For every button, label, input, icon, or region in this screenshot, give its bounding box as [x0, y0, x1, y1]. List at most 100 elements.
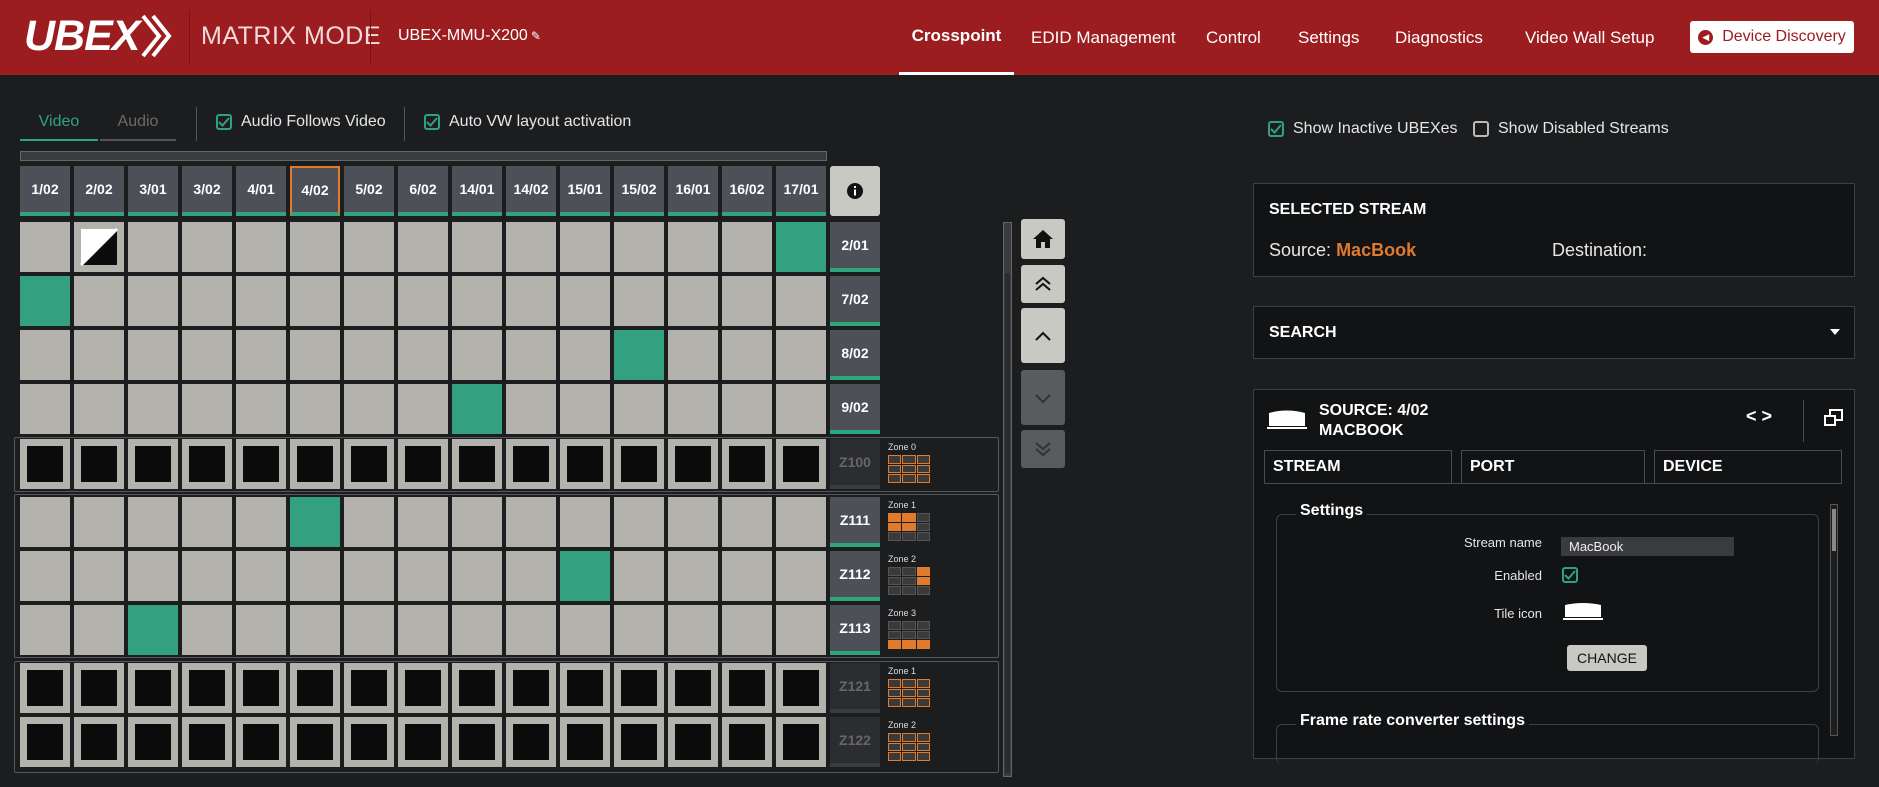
crosspoint-cell[interactable] — [452, 663, 502, 713]
column-header[interactable]: 15/01 — [560, 166, 610, 216]
column-header[interactable]: 3/01 — [128, 166, 178, 216]
crosspoint-cell[interactable] — [506, 551, 556, 601]
crosspoint-cell[interactable] — [236, 605, 286, 655]
scroll-up-button[interactable] — [1021, 308, 1065, 363]
row-header[interactable]: Z121 — [830, 663, 880, 713]
crosspoint-cell-disabled[interactable] — [74, 222, 124, 272]
crosspoint-cell[interactable] — [20, 605, 70, 655]
crosspoint-cell[interactable] — [290, 605, 340, 655]
scrollbar-thumb[interactable] — [1005, 273, 1010, 773]
enabled-checkbox[interactable] — [1562, 567, 1578, 583]
crosspoint-cell[interactable] — [74, 330, 124, 380]
crosspoint-cell[interactable] — [20, 551, 70, 601]
crosspoint-cell[interactable] — [668, 222, 718, 272]
crosspoint-cell[interactable] — [722, 222, 772, 272]
crosspoint-cell[interactable] — [668, 497, 718, 547]
crosspoint-cell[interactable] — [614, 330, 664, 380]
info-button[interactable] — [830, 166, 880, 216]
tab-device[interactable]: DEVICE — [1654, 450, 1842, 483]
crosspoint-cell[interactable] — [560, 276, 610, 326]
crosspoint-cell[interactable] — [776, 551, 826, 601]
crosspoint-cell[interactable] — [722, 551, 772, 601]
crosspoint-cell[interactable] — [290, 439, 340, 489]
crosspoint-cell[interactable] — [776, 439, 826, 489]
crosspoint-cell[interactable] — [344, 663, 394, 713]
row-header[interactable]: Z112 — [830, 551, 880, 601]
change-tile-icon-button[interactable]: CHANGE — [1567, 645, 1647, 671]
crosspoint-cell[interactable] — [128, 605, 178, 655]
ubex-logo[interactable]: UBEX — [24, 10, 175, 62]
pencil-icon[interactable]: ✎ — [531, 29, 541, 43]
column-header[interactable]: 16/02 — [722, 166, 772, 216]
row-header[interactable]: 8/02 — [830, 330, 880, 380]
crosspoint-cell[interactable] — [776, 605, 826, 655]
tab-stream[interactable]: STREAM — [1264, 450, 1452, 483]
crosspoint-cell[interactable] — [776, 384, 826, 434]
crosspoint-cell[interactable] — [344, 605, 394, 655]
crosspoint-cell[interactable] — [128, 222, 178, 272]
crosspoint-cell[interactable] — [506, 439, 556, 489]
crosspoint-cell[interactable] — [614, 276, 664, 326]
crosspoint-cell[interactable] — [560, 663, 610, 713]
crosspoint-cell[interactable] — [236, 222, 286, 272]
crosspoint-cell[interactable] — [128, 497, 178, 547]
crosspoint-cell[interactable] — [74, 276, 124, 326]
crosspoint-cell[interactable] — [290, 663, 340, 713]
crosspoint-cell[interactable] — [20, 717, 70, 767]
crosspoint-cell[interactable] — [560, 384, 610, 434]
crosspoint-cell[interactable] — [182, 439, 232, 489]
crosspoint-cell[interactable] — [614, 551, 664, 601]
crosspoint-cell[interactable] — [452, 330, 502, 380]
crosspoint-cell[interactable] — [236, 551, 286, 601]
crosspoint-cell[interactable] — [398, 663, 448, 713]
show-disabled-streams-checkbox[interactable]: Show Disabled Streams — [1473, 120, 1669, 138]
crosspoint-cell[interactable] — [290, 222, 340, 272]
column-header[interactable]: 14/02 — [506, 166, 556, 216]
row-header[interactable]: 7/02 — [830, 276, 880, 326]
crosspoint-cell[interactable] — [452, 551, 502, 601]
crosspoint-cell[interactable] — [344, 439, 394, 489]
crosspoint-cell[interactable] — [776, 330, 826, 380]
code-view-icon[interactable]: < > — [1746, 406, 1772, 427]
crosspoint-cell[interactable] — [182, 222, 232, 272]
crosspoint-cell[interactable] — [344, 276, 394, 326]
crosspoint-cell[interactable] — [722, 384, 772, 434]
crosspoint-cell[interactable] — [614, 605, 664, 655]
crosspoint-cell[interactable] — [776, 276, 826, 326]
crosspoint-cell[interactable] — [452, 497, 502, 547]
crosspoint-cell[interactable] — [74, 384, 124, 434]
crosspoint-cell[interactable] — [182, 717, 232, 767]
crosspoint-cell[interactable] — [560, 330, 610, 380]
crosspoint-cell[interactable] — [668, 605, 718, 655]
crosspoint-cell[interactable] — [398, 717, 448, 767]
crosspoint-cell[interactable] — [74, 551, 124, 601]
settings-scrollbar[interactable] — [1830, 504, 1838, 736]
crosspoint-cell[interactable] — [20, 663, 70, 713]
column-header[interactable]: 14/01 — [452, 166, 502, 216]
scroll-page-down-button[interactable] — [1021, 430, 1065, 468]
crosspoint-cell[interactable] — [506, 717, 556, 767]
crosspoint-cell[interactable] — [398, 222, 448, 272]
crosspoint-cell[interactable] — [128, 663, 178, 713]
crosspoint-cell[interactable] — [452, 222, 502, 272]
crosspoint-cell[interactable] — [614, 717, 664, 767]
device-name[interactable]: UBEX-MMU-X200 ✎ — [398, 27, 541, 45]
scroll-down-button[interactable] — [1021, 370, 1065, 425]
crosspoint-cell[interactable] — [398, 551, 448, 601]
column-header[interactable]: 4/01 — [236, 166, 286, 216]
device-discovery-button[interactable]: ◀ Device Discovery — [1690, 21, 1854, 53]
crosspoint-cell[interactable] — [344, 384, 394, 434]
column-header[interactable]: 16/01 — [668, 166, 718, 216]
crosspoint-cell[interactable] — [236, 497, 286, 547]
crosspoint-cell[interactable] — [506, 222, 556, 272]
crosspoint-cell[interactable] — [290, 497, 340, 547]
crosspoint-cell[interactable] — [506, 663, 556, 713]
column-header[interactable]: 3/02 — [182, 166, 232, 216]
crosspoint-cell[interactable] — [182, 605, 232, 655]
crosspoint-cell[interactable] — [236, 330, 286, 380]
crosspoint-cell[interactable] — [74, 663, 124, 713]
crosspoint-cell[interactable] — [560, 551, 610, 601]
nav-video-wall-setup[interactable]: Video Wall Setup — [1525, 0, 1654, 75]
crosspoint-cell[interactable] — [398, 384, 448, 434]
crosspoint-cell[interactable] — [236, 276, 286, 326]
